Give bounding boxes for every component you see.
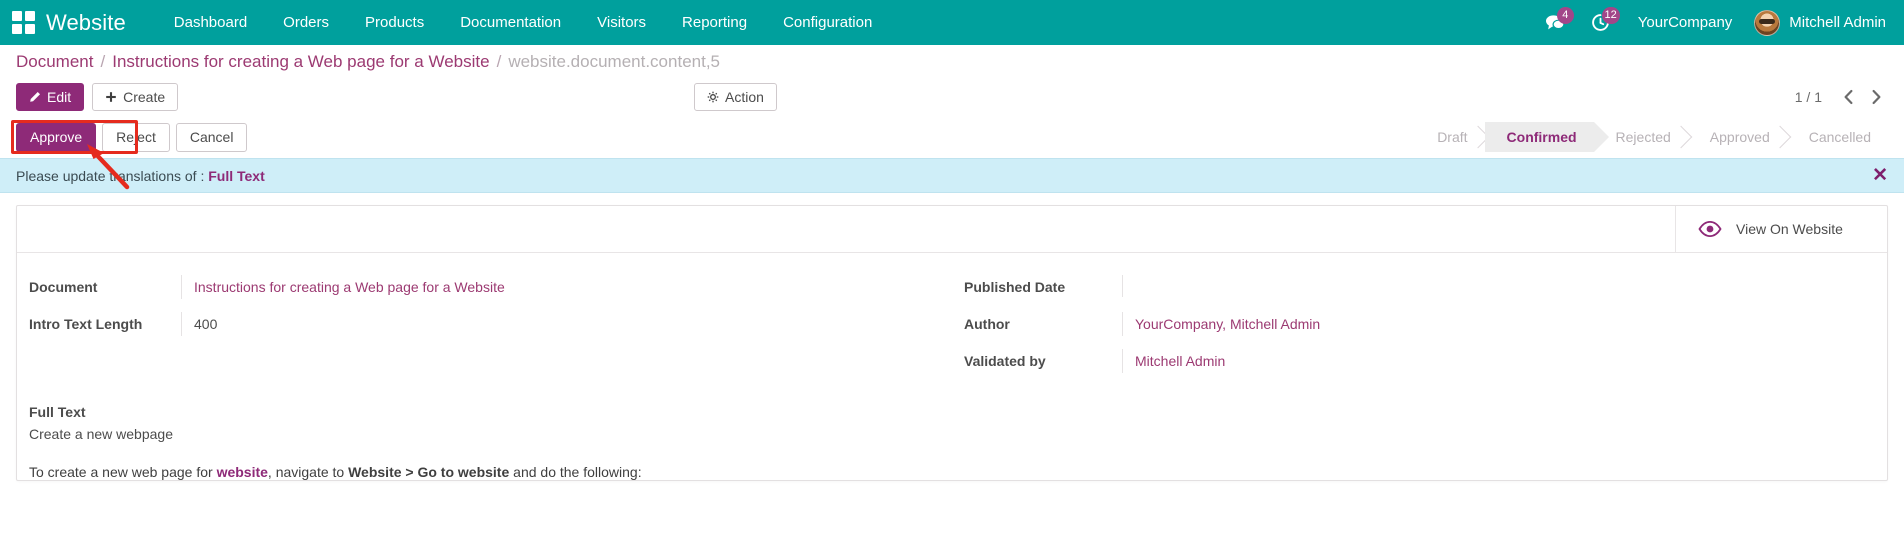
status-cancelled[interactable]: Cancelled <box>1787 122 1888 152</box>
breadcrumb-separator: / <box>100 51 106 71</box>
full-text-paragraph-mid: , navigate to <box>267 464 349 480</box>
nav-item-dashboard[interactable]: Dashboard <box>156 0 265 45</box>
approve-button[interactable]: Approve <box>16 122 97 152</box>
breadcrumb-item-document[interactable]: Document <box>16 52 93 72</box>
close-icon[interactable]: ✕ <box>1872 166 1888 185</box>
status-bar: Draft Confirmed Rejected Approved Cancel… <box>1420 122 1888 152</box>
breadcrumb-item-current: website.document.content,5 <box>508 51 720 71</box>
form-sheet: View On Website Document Instructions fo… <box>16 205 1888 481</box>
alert-message-highlight[interactable]: Full Text <box>208 168 265 184</box>
reject-button[interactable]: Reject <box>102 122 170 152</box>
alert-message: Please update translations of : Full Tex… <box>16 168 265 184</box>
full-text-label: Full Text <box>29 404 86 420</box>
apps-grid-icon[interactable] <box>10 10 36 36</box>
create-button-label: Create <box>123 89 166 105</box>
eye-icon <box>1698 221 1722 237</box>
pager-previous-button[interactable] <box>1836 84 1860 110</box>
main-nav: Dashboard Orders Products Documentation … <box>156 0 891 45</box>
edit-button[interactable]: Edit <box>16 83 85 111</box>
edit-button-label: Edit <box>47 89 72 105</box>
translation-alert: Please update translations of : Full Tex… <box>0 144 1904 193</box>
user-name: Mitchell Admin <box>1789 14 1886 31</box>
full-text-section: Full Text Create a new webpage To create… <box>17 386 1887 480</box>
nav-item-reporting[interactable]: Reporting <box>664 0 765 45</box>
nav-item-configuration[interactable]: Configuration <box>765 0 890 45</box>
pager-next-button[interactable] <box>1864 84 1888 110</box>
form-columns: Document Instructions for creating a Web… <box>17 253 1887 386</box>
breadcrumb-separator: / <box>496 51 502 71</box>
full-text-heading: Create a new webpage <box>29 426 173 442</box>
action-menu-wrap: Action <box>694 83 777 111</box>
nav-item-orders[interactable]: Orders <box>265 0 347 45</box>
full-text-website-link[interactable]: website <box>217 464 268 480</box>
field-validated-by-value: Mitchell Admin <box>1122 349 1873 373</box>
full-text-paragraph-bold: Website > Go to website <box>348 464 510 480</box>
full-text-paragraph-start: To create a new web page for <box>29 464 217 480</box>
field-intro-text-length: Intro Text Length 400 <box>29 312 938 341</box>
navbar-right: 4 12 YourCompany Mitchell Admin <box>1532 0 1886 45</box>
activity-badge: 12 <box>1601 7 1620 24</box>
field-author: Author YourCompany, Mitchell Admin <box>964 312 1873 341</box>
field-validated-by-label: Validated by <box>964 353 1046 369</box>
full-text-paragraph: To create a new web page for website, na… <box>29 464 1875 480</box>
chevron-left-icon <box>1844 89 1852 105</box>
form-sheet-wrapper: View On Website Document Instructions fo… <box>0 193 1904 481</box>
messages-badge: 4 <box>1556 7 1574 24</box>
status-bar-row: Approve Reject Cancel Draft Confirmed Re… <box>0 116 1904 158</box>
pager: 1 / 1 <box>1795 84 1888 110</box>
chevron-right-icon <box>1872 89 1880 105</box>
company-switcher[interactable]: YourCompany <box>1624 14 1747 31</box>
top-navbar: Website Dashboard Orders Products Docume… <box>0 0 1904 45</box>
control-panel: Edit Create Action 1 / 1 <box>0 78 1904 116</box>
activity-menu[interactable]: 12 <box>1578 0 1624 45</box>
field-document: Document Instructions for creating a Web… <box>29 275 938 304</box>
user-menu[interactable]: Mitchell Admin <box>1746 9 1886 36</box>
nav-item-products[interactable]: Products <box>347 0 442 45</box>
pager-value: 1 / 1 <box>1794 89 1822 105</box>
view-on-website-label: View On Website <box>1736 221 1843 237</box>
status-confirmed[interactable]: Confirmed <box>1484 122 1594 152</box>
field-document-value: Instructions for creating a Web page for… <box>181 275 938 299</box>
alert-message-text: Please update translations of : <box>16 167 209 184</box>
field-published-date-label: Published Date <box>964 279 1066 295</box>
pencil-icon <box>30 91 41 102</box>
workflow-buttons: Approve Reject Cancel <box>16 122 253 152</box>
plus-icon <box>106 92 116 102</box>
field-document-link[interactable]: Instructions for creating a Web page for… <box>194 279 505 295</box>
field-published-date: Published Date <box>964 275 1873 304</box>
field-intro-text-length-value[interactable]: 400 <box>181 312 938 336</box>
field-validated-by: Validated by Mitchell Admin <box>964 349 1873 378</box>
nav-item-documentation[interactable]: Documentation <box>442 0 579 45</box>
avatar <box>1754 9 1781 36</box>
gear-icon <box>707 91 719 103</box>
breadcrumb-item-record[interactable]: Instructions for creating a Web page for… <box>112 52 489 72</box>
form-column-left: Document Instructions for creating a Web… <box>17 275 952 386</box>
nav-item-visitors[interactable]: Visitors <box>579 0 664 45</box>
field-document-label: Document <box>29 279 98 295</box>
status-approved[interactable]: Approved <box>1688 122 1787 152</box>
create-button[interactable]: Create <box>92 83 179 111</box>
app-brand-website[interactable]: Website <box>46 10 126 36</box>
field-author-link[interactable]: YourCompany, Mitchell Admin <box>1135 316 1320 332</box>
field-intro-text-length-label: Intro Text Length <box>29 316 143 332</box>
smart-button-box: View On Website <box>17 206 1887 253</box>
action-button[interactable]: Action <box>694 83 777 111</box>
messages-menu[interactable]: 4 <box>1532 0 1578 45</box>
view-on-website-button[interactable]: View On Website <box>1675 206 1887 252</box>
field-author-label: Author <box>964 316 1010 332</box>
control-panel-buttons: Edit Create <box>16 83 179 111</box>
field-author-value: YourCompany, Mitchell Admin <box>1122 312 1873 336</box>
field-validated-by-link[interactable]: Mitchell Admin <box>1135 353 1225 369</box>
action-button-label: Action <box>725 89 764 105</box>
breadcrumb: Document / Instructions for creating a W… <box>0 45 1904 78</box>
full-text-paragraph-end: and do the following: <box>509 464 642 480</box>
status-draft[interactable]: Draft <box>1420 122 1484 152</box>
cancel-button[interactable]: Cancel <box>175 122 248 152</box>
field-published-date-value[interactable] <box>1122 275 1873 297</box>
form-column-right: Published Date Author YourCompany, Mitch… <box>952 275 1887 386</box>
status-rejected[interactable]: Rejected <box>1594 122 1688 152</box>
